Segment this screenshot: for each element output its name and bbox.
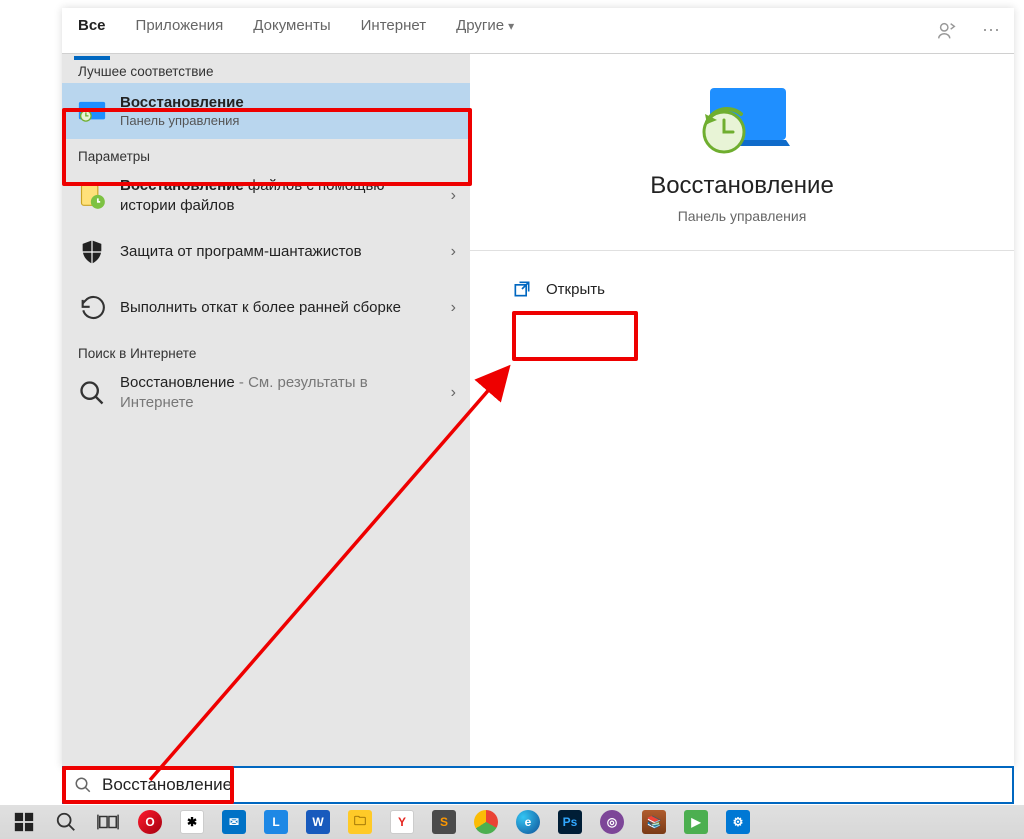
setting-ransomware-label: Защита от программ-шантажистов: [120, 242, 388, 262]
feedback-icon[interactable]: [936, 20, 958, 42]
setting-rollback-label: Выполнить откат к более ранней сборке: [120, 298, 427, 318]
search-flyout: Все Приложения Документы Интернет Другие…: [62, 8, 1014, 767]
task-view[interactable]: [88, 807, 128, 837]
chevron-right-icon: ›: [451, 187, 456, 205]
taskbar-app-opera[interactable]: O: [130, 807, 170, 837]
tab-apps[interactable]: Приложения: [132, 3, 228, 59]
recovery-icon: [78, 97, 106, 125]
taskbar-search[interactable]: [46, 807, 86, 837]
taskbar-app-mail[interactable]: ✉: [214, 807, 254, 837]
taskbar-app-l[interactable]: L: [256, 807, 296, 837]
taskbar-app-sublime[interactable]: S: [424, 807, 464, 837]
best-match-subtitle: Панель управления: [120, 113, 244, 128]
taskbar-app-yandex[interactable]: Y: [382, 807, 422, 837]
more-icon[interactable]: ⋯: [980, 20, 1002, 42]
taskbar-app-edge[interactable]: e: [508, 807, 548, 837]
chevron-right-icon: ›: [451, 384, 456, 402]
setting-rollback[interactable]: Выполнить откат к более ранней сборке ›: [62, 280, 470, 336]
setting-ransomware[interactable]: Защита от программ-шантажистов ›: [62, 224, 470, 280]
web-result-label: Восстановление - См. результаты в Интерн…: [120, 373, 454, 414]
best-match-title: Восстановление: [120, 94, 244, 111]
taskbar: O ✱ ✉ L W 🗀 Y S e Ps ◎ 📚 ▶ ⚙: [0, 805, 1024, 839]
taskbar-app-settings[interactable]: ⚙: [718, 807, 758, 837]
preview-column: Восстановление Панель управления Открыть: [470, 54, 1014, 767]
taskbar-app-chrome[interactable]: [466, 807, 506, 837]
taskbar-app-cursor[interactable]: ✱: [172, 807, 212, 837]
taskbar-app-winrar[interactable]: 📚: [634, 807, 674, 837]
search-box[interactable]: [62, 766, 1014, 804]
search-input[interactable]: [102, 775, 1002, 795]
scope-tabs: Все Приложения Документы Интернет Другие…: [62, 8, 1014, 54]
tab-docs[interactable]: Документы: [249, 3, 334, 59]
setting-file-history[interactable]: Восстановление файлов с помощью истории …: [62, 168, 470, 224]
shield-icon: [78, 238, 106, 266]
preview-open[interactable]: Открыть: [508, 275, 615, 303]
preview-open-label: Открыть: [546, 281, 605, 298]
file-history-icon: [78, 182, 106, 210]
start-button[interactable]: [4, 807, 44, 837]
tab-more[interactable]: Другие: [452, 3, 518, 59]
chevron-right-icon: ›: [451, 243, 456, 261]
taskbar-app-word[interactable]: W: [298, 807, 338, 837]
search-icon: [74, 776, 92, 794]
tab-web[interactable]: Интернет: [357, 3, 430, 59]
search-icon: [78, 379, 106, 407]
preview-title: Восстановление: [490, 172, 994, 200]
preview-subtitle: Панель управления: [490, 208, 994, 224]
web-result[interactable]: Восстановление - См. результаты в Интерн…: [62, 365, 470, 421]
section-settings: Параметры: [62, 139, 470, 168]
taskbar-app-game[interactable]: ▶: [676, 807, 716, 837]
section-best-match: Лучшее соответствие: [62, 54, 470, 83]
taskbar-app-photoshop[interactable]: Ps: [550, 807, 590, 837]
taskbar-app-explorer[interactable]: 🗀: [340, 807, 380, 837]
best-match-result[interactable]: Восстановление Панель управления: [62, 83, 470, 139]
tab-all[interactable]: Все: [74, 3, 110, 59]
section-web: Поиск в Интернете: [62, 336, 470, 365]
taskbar-app-tor[interactable]: ◎: [592, 807, 632, 837]
chevron-right-icon: ›: [451, 299, 456, 317]
open-icon: [512, 279, 532, 299]
rollback-icon: [78, 294, 106, 322]
preview-recovery-icon: [694, 84, 790, 154]
setting-file-history-label: Восстановление файлов с помощью истории …: [120, 176, 454, 217]
results-column: Лучшее соответствие Восстановление Панел…: [62, 54, 470, 767]
